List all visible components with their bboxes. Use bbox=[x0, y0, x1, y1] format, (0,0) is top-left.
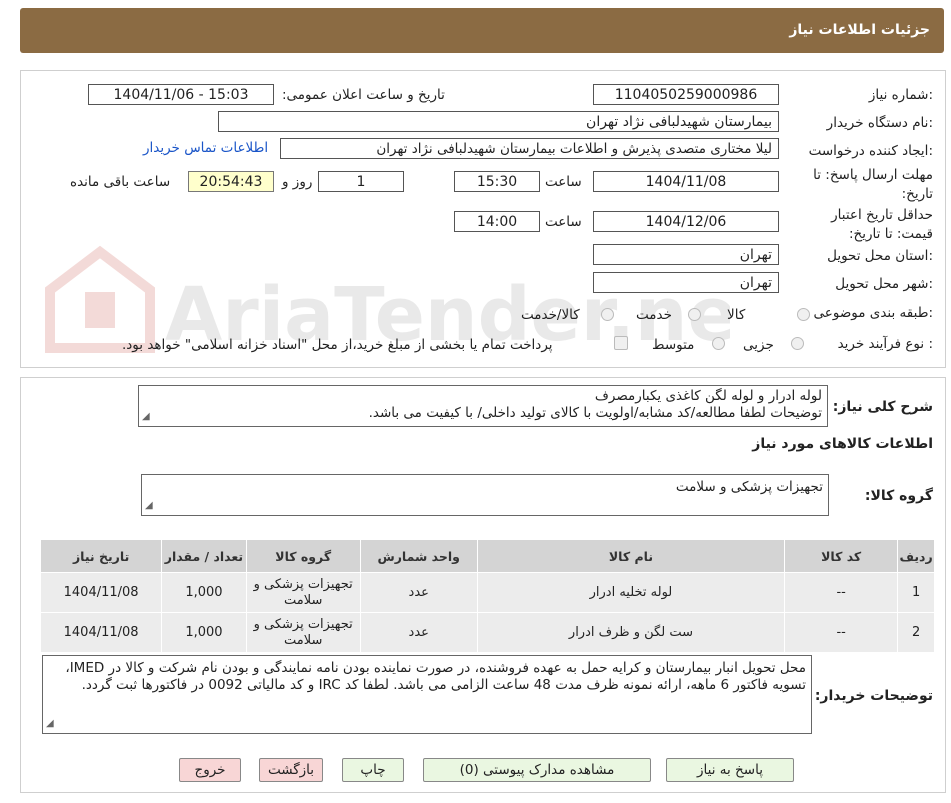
cell-quantity: 1,000 bbox=[161, 572, 247, 613]
validity-date-field: 1404/12/06 bbox=[593, 211, 779, 232]
summary-line-1: لوله ادرار و لوله لگن کاغذی یکبارمصرف bbox=[594, 388, 822, 404]
cell-group: تجهیزات پزشکی و سلامت bbox=[245, 612, 361, 653]
cell-date: 1404/11/08 bbox=[39, 572, 163, 613]
col-header-group: گروه کالا bbox=[245, 539, 361, 573]
cell-row-number: 2 bbox=[897, 612, 935, 653]
need-number-label: شماره نیاز: bbox=[868, 87, 933, 103]
page-title: جزئیات اطلاعات نیاز bbox=[789, 22, 930, 38]
cell-code: -- bbox=[784, 612, 899, 653]
announce-datetime-field: 1404/11/06 - 15:03 bbox=[88, 84, 274, 105]
table-row: 2 -- ست لگن و ظرف ادرار عدد تجهیزات پزشک… bbox=[39, 612, 935, 653]
table-row: 1 -- لوله تخلیه ادرار عدد تجهیزات پزشکی … bbox=[39, 572, 935, 613]
buyer-notes-text: محل تحویل انبار بیمارستان و کرایه حمل به… bbox=[65, 660, 806, 693]
exit-button[interactable]: خروج bbox=[179, 758, 241, 782]
cell-row-number: 1 bbox=[897, 572, 935, 613]
category-goods-radio[interactable] bbox=[797, 308, 810, 321]
resize-grip-icon[interactable]: ◢ bbox=[142, 408, 150, 425]
buyer-label: نام دستگاه خریدار: bbox=[826, 115, 933, 131]
cell-date: 1404/11/08 bbox=[39, 612, 163, 653]
items-table: ردیف کد کالا نام کالا واحد شمارش گروه کا… bbox=[39, 539, 935, 653]
summary-line-2: توضیحات لطفا مطالعه/کد مشابه/اولویت با ک… bbox=[368, 405, 822, 421]
back-button[interactable]: بازگشت bbox=[259, 758, 323, 782]
deadline-time-label: ساعت bbox=[545, 174, 582, 190]
cell-name: لوله تخلیه ادرار bbox=[476, 572, 786, 613]
resize-grip-icon[interactable]: ◢ bbox=[145, 497, 153, 514]
process-minor-radio[interactable] bbox=[791, 337, 804, 350]
goods-group-label: گروه کالا: bbox=[864, 488, 933, 504]
goods-group-textarea[interactable]: تجهیزات پزشکی و سلامت ◢ bbox=[141, 474, 829, 516]
process-label: نوع فرآیند خرید : bbox=[837, 336, 933, 352]
buyer-field: بیمارستان شهیدلبافی نژاد تهران bbox=[218, 111, 779, 132]
col-header-name: نام کالا bbox=[476, 539, 786, 573]
cell-unit: عدد bbox=[359, 612, 478, 653]
cell-code: -- bbox=[784, 572, 899, 613]
category-both-radio[interactable] bbox=[601, 308, 614, 321]
remaining-time-field: 20:54:43 bbox=[188, 171, 274, 192]
deadline-date-field: 1404/11/08 bbox=[593, 171, 779, 192]
announce-label: تاریخ و ساعت اعلان عمومی: bbox=[282, 87, 445, 103]
cell-name: ست لگن و ظرف ادرار bbox=[476, 612, 786, 653]
resize-grip-icon[interactable]: ◢ bbox=[46, 715, 54, 732]
need-number-field: 1104050259000986 bbox=[593, 84, 779, 105]
process-medium-label: متوسط bbox=[652, 337, 695, 353]
creator-label: ایجاد کننده درخواست: bbox=[808, 143, 933, 159]
category-goods-label: کالا bbox=[727, 307, 746, 323]
process-minor-label: جزیی bbox=[743, 337, 774, 353]
summary-label: شرح کلی نیاز: bbox=[832, 399, 933, 415]
view-attachments-button[interactable]: مشاهده مدارک پیوستی (0) bbox=[423, 758, 651, 782]
treasury-checkbox[interactable] bbox=[614, 336, 628, 350]
category-service-label: خدمت bbox=[636, 307, 672, 323]
buyer-notes-label: توضیحات خریدار: bbox=[814, 688, 933, 704]
items-section-title: اطلاعات کالاهای مورد نیاز bbox=[752, 436, 933, 452]
days-label: روز و bbox=[282, 174, 313, 190]
cell-group: تجهیزات پزشکی و سلامت bbox=[245, 572, 361, 613]
print-button[interactable]: چاپ bbox=[342, 758, 404, 782]
validity-time-label: ساعت bbox=[545, 214, 582, 230]
city-label: شهر محل تحویل: bbox=[835, 276, 933, 292]
creator-field: لیلا مختاری متصدی پذیرش و اطلاعات بیمارس… bbox=[280, 138, 779, 159]
treasury-note: پرداخت تمام یا بخشی از مبلغ خرید،از محل … bbox=[122, 337, 553, 353]
col-header-unit: واحد شمارش bbox=[359, 539, 478, 573]
col-header-quantity: تعداد / مقدار bbox=[161, 539, 247, 573]
category-both-label: کالا/خدمت bbox=[521, 307, 580, 323]
process-medium-radio[interactable] bbox=[712, 337, 725, 350]
category-label: طبقه بندی موضوعی: bbox=[813, 305, 933, 321]
col-header-code: کد کالا bbox=[784, 539, 899, 573]
validity-label: حداقل تاریخ اعتبار قیمت: تا تاریخ: bbox=[831, 207, 933, 242]
reply-button[interactable]: پاسخ به نیاز bbox=[666, 758, 794, 782]
province-field: تهران bbox=[593, 244, 779, 265]
province-label: استان محل تحویل: bbox=[827, 248, 933, 264]
goods-group-value: تجهیزات پزشکی و سلامت bbox=[675, 479, 823, 495]
col-header-row-number: ردیف bbox=[897, 539, 935, 573]
summary-textarea[interactable]: لوله ادرار و لوله لگن کاغذی یکبارمصرف تو… bbox=[138, 385, 828, 427]
days-remaining-field: 1 bbox=[318, 171, 404, 192]
deadline-label: مهلت ارسال پاسخ: تا تاریخ: bbox=[813, 167, 933, 202]
deadline-time-field: 15:30 bbox=[454, 171, 540, 192]
remaining-label: ساعت باقی مانده bbox=[70, 174, 171, 190]
cell-quantity: 1,000 bbox=[161, 612, 247, 653]
cell-unit: عدد bbox=[359, 572, 478, 613]
page-header: جزئیات اطلاعات نیاز bbox=[20, 8, 944, 53]
col-header-date: تاریخ نیاز bbox=[39, 539, 163, 573]
category-service-radio[interactable] bbox=[688, 308, 701, 321]
table-header-row: ردیف کد کالا نام کالا واحد شمارش گروه کا… bbox=[39, 539, 935, 573]
validity-time-field: 14:00 bbox=[454, 211, 540, 232]
buyer-contact-link[interactable]: اطلاعات تماس خریدار bbox=[143, 140, 268, 156]
buyer-notes-textarea[interactable]: محل تحویل انبار بیمارستان و کرایه حمل به… bbox=[42, 655, 812, 734]
city-field: تهران bbox=[593, 272, 779, 293]
